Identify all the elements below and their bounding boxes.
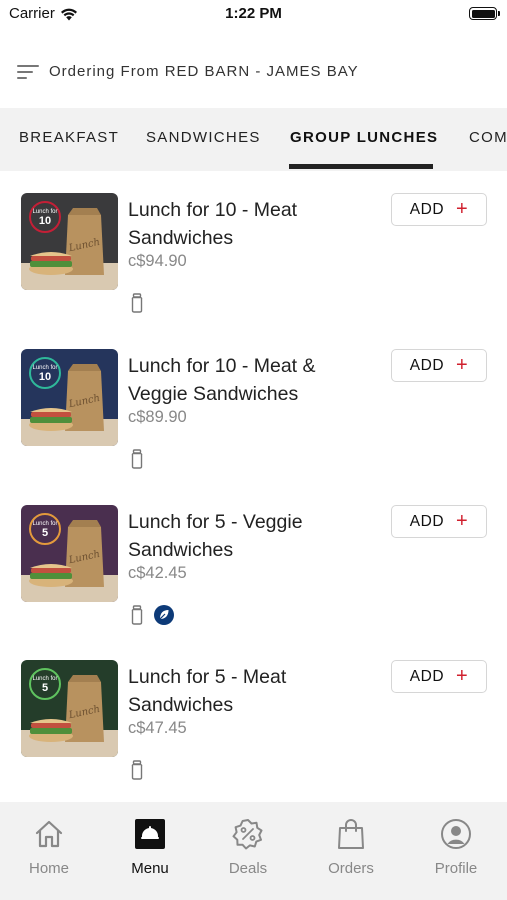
badge-number: 10 [39, 215, 51, 227]
dietary-icons [130, 760, 144, 780]
home-icon [35, 820, 63, 848]
nav-orders-label: Orders [328, 860, 374, 877]
jar-icon [131, 760, 143, 780]
item-price: c$94.90 [128, 252, 187, 270]
plus-icon: + [456, 664, 469, 687]
item-title[interactable]: Lunch for 5 - Meat Sandwiches [128, 663, 368, 719]
nav-profile-label: Profile [434, 860, 478, 877]
leaf-icon [154, 605, 174, 625]
header: Ordering From RED BARN - JAMES BAY [0, 52, 507, 92]
add-button[interactable]: ADD + [391, 505, 487, 538]
add-button[interactable]: ADD + [391, 193, 487, 226]
battery-icon [469, 7, 500, 20]
tab-breakfast[interactable]: BREAKFAST [19, 129, 119, 146]
jar-icon [131, 605, 143, 625]
nav-orders[interactable]: Orders [311, 818, 391, 877]
status-bar: Carrier 1:22 PM [0, 0, 507, 28]
nav-home-label: Home [28, 860, 69, 877]
item-photo[interactable]: LunchLunch for10 [21, 193, 118, 290]
item-price: c$42.45 [128, 564, 187, 582]
jar-icon [131, 293, 143, 313]
item-photo[interactable]: LunchLunch for5 [21, 660, 118, 757]
category-tabs: BREAKFAST SANDWICHES GROUP LUNCHES COM [0, 108, 507, 171]
menu-icon [135, 819, 165, 849]
item-price: c$47.45 [128, 719, 187, 737]
profile-icon [441, 819, 471, 849]
item-price: c$89.90 [128, 408, 187, 426]
item-title[interactable]: Lunch for 10 - Meat Sandwiches [128, 196, 368, 252]
badge-number: 5 [42, 527, 48, 539]
menu-item[interactable]: Lunch Lunch for 5 Lunch for 5 - Meat Sandwi… [0, 660, 507, 810]
plus-icon: + [456, 509, 469, 532]
item-photo[interactable]: LunchLunch for10 [21, 349, 118, 446]
nav-profile[interactable]: Profile [416, 818, 496, 877]
plus-icon: + [456, 197, 469, 220]
bottom-nav: Home Menu Deals Orders Profile [0, 802, 507, 900]
add-button[interactable]: ADD + [391, 660, 487, 693]
orders-icon [338, 819, 364, 849]
item-photo[interactable]: LunchLunch for5 [21, 505, 118, 602]
status-time: 1:22 PM [225, 5, 282, 22]
dietary-icons [130, 449, 144, 469]
nav-menu-label: Menu [131, 860, 169, 877]
menu-item[interactable]: Lunch Lunch for 10 Lunch for 10 - Meat & Ve… [0, 349, 507, 499]
active-tab-indicator [289, 164, 433, 169]
badge-number: 10 [39, 371, 51, 383]
item-title[interactable]: Lunch for 5 - Veggie Sandwiches [128, 508, 368, 564]
nav-deals[interactable]: Deals [208, 818, 288, 877]
menu-item[interactable]: Lunch Lunch for 10 Lunch for 10 - Meat Sand… [0, 193, 507, 343]
tab-combos[interactable]: COM [469, 129, 507, 146]
item-title[interactable]: Lunch for 10 - Meat & Veggie Sandwiches [128, 352, 368, 408]
tab-group-lunches[interactable]: GROUP LUNCHES [290, 129, 438, 146]
badge-number: 5 [42, 682, 48, 694]
dietary-icons [130, 605, 174, 625]
nav-deals-label: Deals [228, 860, 268, 877]
add-button[interactable]: ADD + [391, 349, 487, 382]
add-label: ADD [409, 512, 445, 530]
deals-icon [232, 819, 263, 850]
nav-menu[interactable]: Menu [110, 818, 190, 877]
ordering-location[interactable]: Ordering From RED BARN - JAMES BAY [49, 63, 359, 80]
tab-sandwiches[interactable]: SANDWICHES [146, 129, 261, 146]
menu-item[interactable]: Lunch Lunch for 5 Lunch for 5 - Veggie Sand… [0, 505, 507, 655]
add-label: ADD [409, 356, 445, 374]
plus-icon: + [456, 353, 469, 376]
filter-icon[interactable] [17, 64, 39, 80]
jar-icon [131, 449, 143, 469]
add-label: ADD [409, 667, 445, 685]
nav-home[interactable]: Home [9, 818, 89, 877]
add-label: ADD [409, 200, 445, 218]
dietary-icons [130, 293, 144, 313]
